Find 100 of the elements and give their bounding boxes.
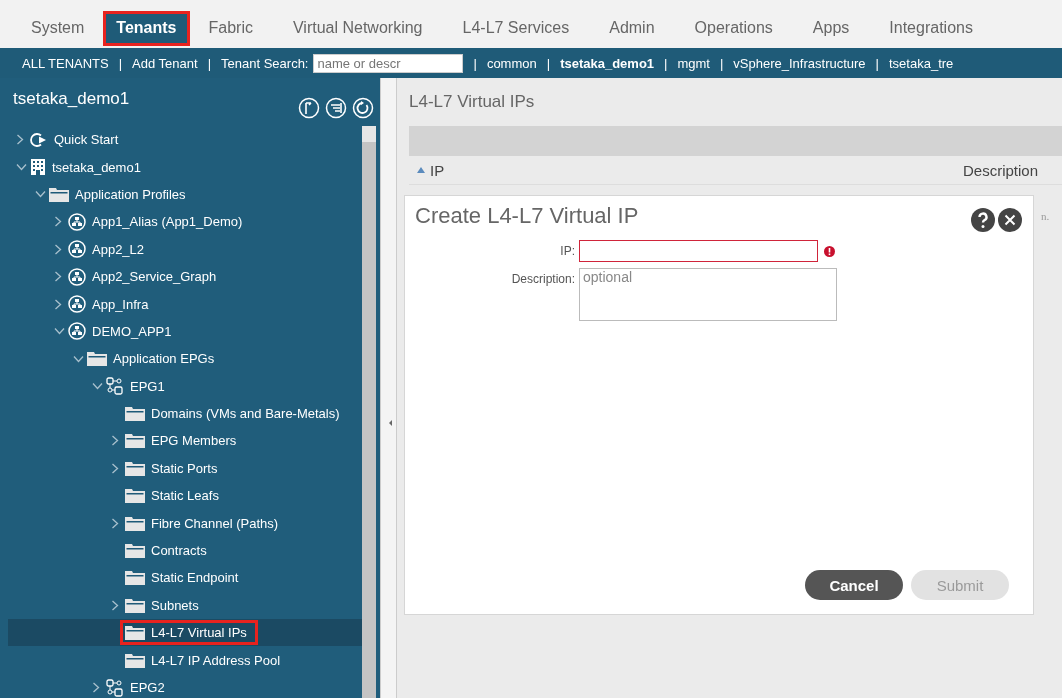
nav-tab[interactable]: Fabric xyxy=(195,11,266,46)
description-field[interactable]: optional xyxy=(579,268,837,321)
tree-item[interactable]: Static Endpoint xyxy=(8,564,362,592)
tree-item[interactable]: EPG Members xyxy=(8,427,362,455)
chevron-right-icon[interactable] xyxy=(111,599,119,611)
tree-label: Domains (VMs and Bare-Metals) xyxy=(151,406,340,422)
nav-tab[interactable]: Integrations xyxy=(876,11,986,46)
chevron-right-icon[interactable] xyxy=(16,134,24,146)
tree-label: EPG Members xyxy=(151,433,237,449)
chevron-down-icon[interactable] xyxy=(35,190,46,199)
chevron-right-icon[interactable] xyxy=(111,435,119,447)
page-title: L4-L7 Virtual IPs xyxy=(409,92,536,113)
folder-icon xyxy=(125,433,145,449)
epg-icon xyxy=(106,678,124,697)
sidebar-title: tsetaka_demo1 xyxy=(13,89,130,109)
tree-item[interactable]: EPG1 xyxy=(8,372,362,400)
tree-label: EPG2 xyxy=(130,680,165,695)
tree-label: L4-L7 Virtual IPs xyxy=(151,625,247,641)
building-icon xyxy=(30,158,46,177)
tree-item[interactable]: L4-L7 IP Address Pool xyxy=(8,646,362,674)
tenant-link[interactable]: common xyxy=(486,55,537,71)
refresh-icon[interactable] xyxy=(352,97,374,119)
tenant-link[interactable]: tsetaka_demo1 xyxy=(560,55,655,71)
tree-item[interactable]: Static Ports xyxy=(8,454,362,483)
folder-icon xyxy=(87,351,107,367)
close-icon[interactable] xyxy=(998,208,1022,232)
tree-label: Static Leafs xyxy=(151,488,219,504)
scrollbar[interactable] xyxy=(362,126,376,698)
tree-item[interactable]: L4-L7 Virtual IPs xyxy=(8,619,362,647)
dialog-button[interactable]: Cancel xyxy=(805,570,903,600)
folder-icon xyxy=(125,460,145,476)
tree-label: Quick Start xyxy=(54,132,119,148)
dialog-title: Create L4-L7 Virtual IP xyxy=(415,203,639,229)
separator: | xyxy=(546,55,551,71)
nav-tab[interactable]: System xyxy=(18,11,98,46)
tree-item[interactable]: Quick Start xyxy=(8,126,362,154)
sort-up-icon xyxy=(417,167,425,173)
tree-item[interactable]: DEMO_APP1 xyxy=(8,317,362,346)
tenant-link[interactable]: tsetaka_tre xyxy=(889,55,954,71)
chevron-right-icon[interactable] xyxy=(54,216,62,228)
tree-label: Application Profiles xyxy=(75,186,186,202)
app-profile-icon xyxy=(68,267,86,286)
splitter-handle[interactable] xyxy=(380,78,397,698)
chevron-right-icon[interactable] xyxy=(54,243,62,255)
chevron-down-icon[interactable] xyxy=(92,382,103,391)
folder-icon xyxy=(125,543,145,559)
nav-tab[interactable]: Operations xyxy=(681,11,786,46)
tree-label: Fibre Channel (Paths) xyxy=(151,515,279,531)
nav-tab[interactable]: Virtual Networking xyxy=(279,11,436,46)
chevron-right-icon[interactable] xyxy=(54,271,62,283)
nav-tab[interactable]: Admin xyxy=(596,11,668,46)
chevron-down-icon[interactable] xyxy=(16,163,27,172)
tree-item[interactable]: App1_Alias (App1_Demo) xyxy=(8,208,362,236)
tree-label: Contracts xyxy=(151,543,207,559)
tree-item[interactable]: App2_Service_Graph xyxy=(8,262,362,291)
tree-item[interactable]: Contracts xyxy=(8,536,362,565)
pin-icon[interactable] xyxy=(298,97,320,119)
folder-icon xyxy=(125,625,145,641)
column-header[interactable]: IP xyxy=(417,161,445,179)
chevron-down-icon[interactable] xyxy=(73,354,84,363)
filter-icon[interactable] xyxy=(325,97,347,119)
tree-item[interactable]: Fibre Channel (Paths) xyxy=(8,509,362,537)
tenant-link[interactable]: Add Tenant xyxy=(132,55,198,71)
chevron-right-icon[interactable] xyxy=(111,517,119,529)
tree-label: EPG1 xyxy=(130,378,165,394)
tree-item[interactable]: Subnets xyxy=(8,591,362,620)
tree-label: tsetaka_demo1 xyxy=(52,159,141,175)
chevron-right-icon[interactable] xyxy=(54,298,62,310)
tenant-link[interactable]: ALL TENANTS xyxy=(22,55,109,71)
chevron-right-icon[interactable] xyxy=(92,682,100,693)
chevron-down-icon[interactable] xyxy=(54,327,65,336)
tree-label: App1_Alias (App1_Demo) xyxy=(92,214,243,230)
tenant-link[interactable]: mgmt xyxy=(677,55,710,71)
field-label: Description: xyxy=(510,271,575,286)
tree-item[interactable]: Application EPGs xyxy=(8,345,362,373)
tree-item[interactable]: Application Profiles xyxy=(8,180,362,209)
app-profile-icon xyxy=(68,240,86,259)
obscured-text: n. xyxy=(1041,210,1050,222)
tree-label: DEMO_APP1 xyxy=(92,323,172,339)
nav-tab[interactable]: L4-L7 Services xyxy=(449,11,583,46)
tree-item[interactable]: tsetaka_demo1 xyxy=(8,153,362,181)
tree-item[interactable]: Domains (VMs and Bare-Metals) xyxy=(8,399,362,428)
ip-field[interactable] xyxy=(579,240,818,262)
tree-item[interactable]: App_Infra xyxy=(8,290,362,318)
tree-item[interactable]: Static Leafs xyxy=(8,482,362,510)
nav-tab[interactable]: Tenants xyxy=(103,11,190,46)
column-header[interactable]: Description xyxy=(962,161,1038,179)
tree-label: App2_Service_Graph xyxy=(92,269,217,285)
folder-icon xyxy=(125,488,145,504)
tenant-link[interactable]: vSphere_Infrastructure xyxy=(733,55,866,71)
separator: | xyxy=(118,55,123,71)
tree-item[interactable]: EPG2 xyxy=(8,673,362,698)
chevron-right-icon[interactable] xyxy=(111,462,119,474)
tree-label: App_Infra xyxy=(92,296,149,312)
tree-item[interactable]: App2_L2 xyxy=(8,235,362,263)
epg-icon xyxy=(106,377,124,396)
search-field[interactable]: name or descr xyxy=(313,53,464,73)
help-icon[interactable] xyxy=(971,208,995,232)
quick-start-icon xyxy=(30,131,48,148)
nav-tab[interactable]: Apps xyxy=(799,11,863,46)
